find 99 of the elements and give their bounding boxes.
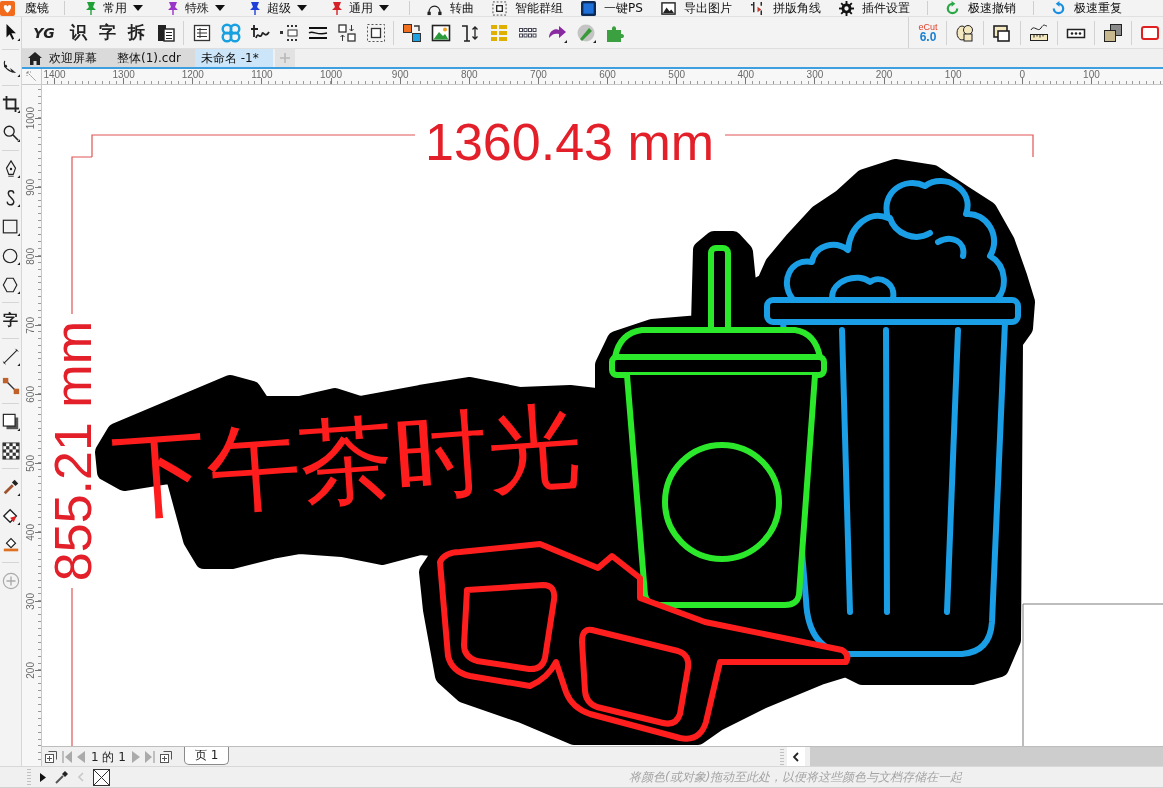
ruler-label: 1400 <box>43 69 66 82</box>
scroll-left-button[interactable] <box>787 747 805 766</box>
shapes-icon[interactable] <box>955 22 975 43</box>
ruler-label: 1200 <box>181 69 204 82</box>
ruler-label: 900 <box>391 69 409 82</box>
page-count-label: 1 的 1 <box>91 748 126 765</box>
table-icon[interactable] <box>191 22 212 43</box>
dropdown-button[interactable]: 通用 <box>319 0 401 16</box>
scrollbar-thumb[interactable] <box>810 747 1163 766</box>
command-button[interactable]: 一键PS <box>572 0 652 16</box>
group-icon[interactable] <box>365 22 386 43</box>
ruler-label: 300 <box>806 69 824 82</box>
ruler-icon[interactable] <box>1029 22 1049 43</box>
zoom-icon[interactable] <box>1 123 20 142</box>
document-tab[interactable]: 欢迎屏幕 <box>22 49 111 67</box>
fill-icon[interactable] <box>1 535 20 554</box>
rectangle-icon[interactable] <box>1 217 20 236</box>
no-color-swatch-icon[interactable] <box>93 768 110 786</box>
toolbar-button[interactable]: YG <box>24 18 64 47</box>
pencil-icon[interactable] <box>575 22 596 43</box>
node-curve-icon[interactable] <box>1 58 20 77</box>
caret-icon <box>379 5 389 11</box>
distribute-icon[interactable] <box>278 22 299 43</box>
toolbar-button[interactable]: 拆 <box>122 18 151 47</box>
stack-icon[interactable] <box>1103 22 1123 43</box>
app-icon <box>581 0 596 16</box>
chevron-left-icon <box>793 751 799 762</box>
neon-sign-text: 下午茶时光 <box>109 398 585 526</box>
height-dimension-label: 855.21 mm <box>47 321 99 582</box>
ruler-label: 700 <box>530 69 547 82</box>
crop-marks-icon <box>749 0 765 16</box>
ruler-label: 700 <box>25 317 36 334</box>
ruler-label: 1000 <box>25 106 36 130</box>
paint-bucket-icon[interactable] <box>1 506 20 525</box>
width-dimension-label: 1360.43 mm <box>425 116 715 168</box>
caret-icon <box>133 5 143 11</box>
toolbar-button[interactable]: 识 <box>64 18 93 47</box>
ruler-label: 400 <box>737 69 755 82</box>
home-icon <box>28 51 42 65</box>
ruler-label: 100 <box>944 69 962 82</box>
ruler-label: 600 <box>599 69 616 82</box>
squares-icon[interactable] <box>401 22 422 43</box>
caret-icon <box>215 5 225 11</box>
expand-arrow-icon[interactable] <box>40 772 46 782</box>
ruler-label: 500 <box>668 69 686 82</box>
command-button[interactable]: 转曲 <box>418 0 483 16</box>
drag-handle[interactable] <box>27 769 31 785</box>
crop-icon[interactable] <box>1 94 20 113</box>
text-tool-button[interactable]: 字 <box>2 311 19 330</box>
connector-icon[interactable] <box>1 376 20 395</box>
knot-icon[interactable] <box>220 22 241 43</box>
checkerboard-icon[interactable] <box>1 441 20 460</box>
command-button[interactable]: 智能群组 <box>483 0 572 16</box>
ruler-label: 600 <box>25 386 36 403</box>
ruler-label: 0 <box>1019 69 1026 82</box>
ellipse-icon[interactable] <box>1 246 20 265</box>
document-icon[interactable] <box>155 22 176 43</box>
line-icon[interactable] <box>1 347 20 366</box>
swap-icon[interactable] <box>336 22 357 43</box>
ruler-label: 300 <box>25 593 36 611</box>
dropdown-button[interactable]: 特殊 <box>155 0 237 16</box>
eyedropper-icon[interactable] <box>1 477 20 496</box>
toolbar-button[interactable]: 字 <box>93 18 122 47</box>
overlap-icon[interactable] <box>992 22 1012 43</box>
dropdown-button[interactable]: 超级 <box>237 0 319 16</box>
command-button[interactable]: 插件设置 <box>829 0 919 16</box>
shadow-icon[interactable] <box>1 412 20 431</box>
palette-hint-text: 将颜色(或对象)拖动至此处，以便将这些颜色与文档存储在一起 <box>629 769 963 785</box>
command-button[interactable]: 拼版角线 <box>740 0 830 16</box>
plugin-button[interactable]: eCut 6.0 <box>915 18 941 47</box>
add-page-icon[interactable] <box>159 750 172 763</box>
document-tab[interactable]: 整体(1).cdr <box>111 49 195 67</box>
eyedropper-icon[interactable] <box>55 770 69 784</box>
ruler-label: 800 <box>460 69 478 82</box>
ruler-label: 800 <box>25 247 36 265</box>
settings-icon <box>838 0 854 16</box>
ruler-label: 500 <box>25 455 36 472</box>
dropdown-button[interactable]: 常用 <box>73 0 155 16</box>
undo-icon <box>944 0 960 16</box>
ruler-label: 100 <box>1083 69 1100 82</box>
page-tab[interactable]: 页 1 <box>183 747 230 765</box>
app-menu-button[interactable]: 魔镜 <box>0 0 56 16</box>
ruler-label: 1300 <box>112 69 135 82</box>
ruler-label: 1100 <box>251 69 273 82</box>
ruler-label: 1000 <box>319 69 343 82</box>
command-button[interactable]: 极速重复 <box>1041 0 1131 16</box>
height-icon[interactable] <box>459 22 480 43</box>
caret-icon <box>297 5 307 11</box>
hexagon-icon[interactable] <box>1 275 20 294</box>
document-tab[interactable]: 未命名 -1* <box>194 49 273 67</box>
command-button[interactable]: 极速撤销 <box>935 0 1025 16</box>
image-icon[interactable] <box>430 22 451 43</box>
redo-icon <box>1050 0 1066 16</box>
command-button[interactable]: 导出图片 <box>651 0 741 16</box>
ruler-label: 400 <box>25 524 36 541</box>
ruler-label: 200 <box>875 69 893 82</box>
add-page-icon[interactable] <box>45 750 57 763</box>
ruler-label: 200 <box>25 662 36 680</box>
ruler-label: 900 <box>25 178 36 196</box>
